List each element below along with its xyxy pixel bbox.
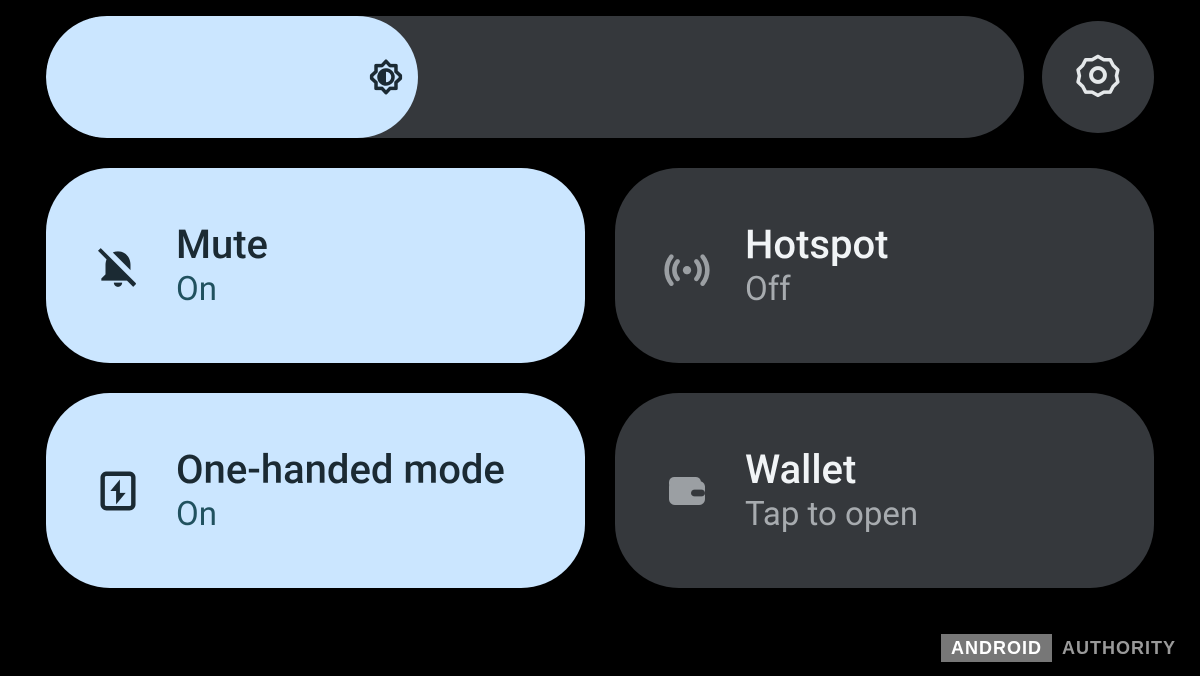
tile-mute[interactable]: Mute On xyxy=(46,168,585,363)
wallet-icon xyxy=(659,463,715,519)
settings-button[interactable] xyxy=(1042,21,1154,133)
quick-settings-panel: Mute On Hotspot Off xyxy=(46,16,1154,588)
tile-text: Hotspot Off xyxy=(745,222,888,310)
tile-title: Hotspot xyxy=(745,222,888,268)
watermark: ANDROID AUTHORITY xyxy=(941,634,1186,662)
tile-status: Tap to open xyxy=(745,495,918,535)
tile-status: Off xyxy=(745,270,888,310)
brightness-icon xyxy=(362,53,410,101)
tile-text: One-handed mode On xyxy=(176,447,505,535)
gear-icon xyxy=(1072,49,1124,105)
tile-one-handed[interactable]: One-handed mode On xyxy=(46,393,585,588)
tile-title: Wallet xyxy=(745,447,918,493)
tile-title: Mute xyxy=(176,222,268,268)
tile-title: One-handed mode xyxy=(176,447,505,493)
tile-wallet[interactable]: Wallet Tap to open xyxy=(615,393,1154,588)
hotspot-icon xyxy=(659,238,715,294)
tile-hotspot[interactable]: Hotspot Off xyxy=(615,168,1154,363)
tiles-grid: Mute On Hotspot Off xyxy=(46,168,1154,588)
brightness-slider[interactable] xyxy=(46,16,1024,138)
tile-status: On xyxy=(176,495,505,535)
one-handed-icon xyxy=(90,463,146,519)
bell-off-icon xyxy=(90,238,146,294)
tile-text: Wallet Tap to open xyxy=(745,447,918,535)
watermark-left: ANDROID xyxy=(941,634,1052,662)
watermark-right: AUTHORITY xyxy=(1052,634,1186,662)
tile-status: On xyxy=(176,270,268,310)
tile-text: Mute On xyxy=(176,222,268,310)
top-row xyxy=(46,16,1154,138)
